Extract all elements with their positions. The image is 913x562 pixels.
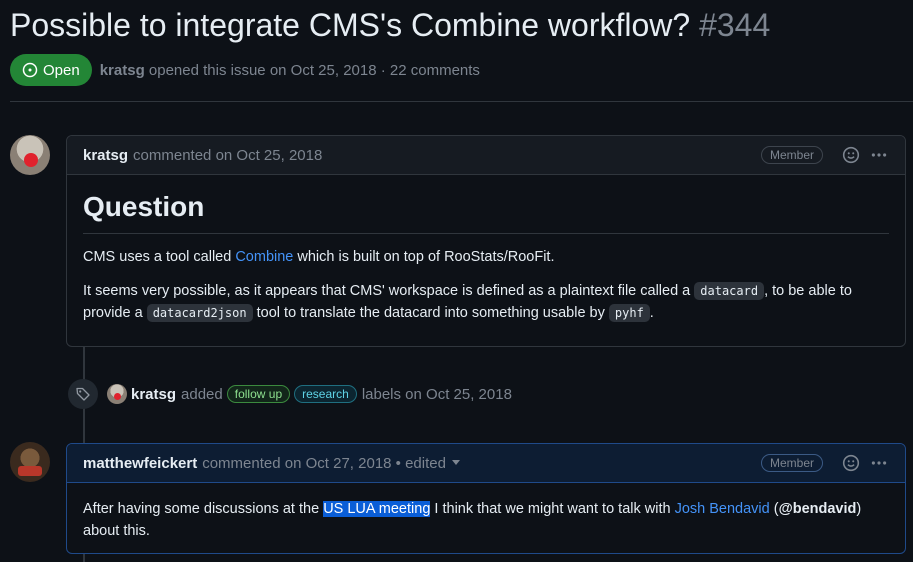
comment-body: Question CMS uses a tool called Combine …: [67, 189, 905, 324]
combine-link[interactable]: Combine: [235, 249, 293, 265]
kebab-icon[interactable]: [869, 453, 889, 473]
timeline-line-bottom: [83, 553, 85, 562]
inline-code: pyhf: [608, 304, 650, 322]
comment-timestamp[interactable]: commented on Oct 27, 2018 • edited: [202, 455, 446, 472]
event-after: labels on Oct 25, 2018: [361, 385, 512, 403]
comment-paragraph: It seems very possible, as it appears th…: [83, 280, 889, 324]
kebab-icon[interactable]: [869, 145, 889, 165]
issue-title-text: Possible to integrate CMS's Combine work…: [10, 7, 691, 43]
text: I think that we might want to talk with: [430, 501, 675, 517]
issue-title: Possible to integrate CMS's Combine work…: [10, 4, 770, 46]
label-follow-up[interactable]: follow up: [226, 385, 291, 403]
member-badge: Member: [760, 146, 823, 164]
avatar[interactable]: [107, 384, 127, 404]
comment-card: kratsg commented on Oct 25, 2018 Member …: [66, 135, 906, 347]
highlighted-text: US LUA meeting: [323, 501, 431, 517]
smiley-icon[interactable]: [841, 145, 861, 165]
comment-author[interactable]: matthewfeickert: [83, 455, 197, 472]
text: It seems very possible, as it appears th…: [83, 283, 695, 299]
comment-body: After having some discussions at the US …: [67, 498, 905, 542]
tag-icon: [68, 379, 98, 409]
member-badge: Member: [760, 454, 823, 472]
text: .: [649, 305, 654, 321]
comment-timestamp[interactable]: commented on Oct 25, 2018: [133, 147, 322, 164]
meta-text: kratsg opened this issue on Oct 25, 2018…: [100, 62, 480, 79]
comment-heading: Question: [83, 189, 889, 234]
comment-paragraph: CMS uses a tool called Combine which is …: [83, 246, 889, 268]
issue-number: #344: [699, 7, 771, 43]
person-link[interactable]: Josh Bendavid: [675, 501, 770, 517]
text: After having some discussions at the: [83, 501, 324, 517]
inline-code: datacard: [694, 282, 765, 300]
text: which is built on top of RooStats/RooFit…: [293, 249, 555, 265]
comment-card: matthewfeickert commented on Oct 27, 201…: [66, 443, 906, 554]
event-author[interactable]: kratsg: [131, 386, 176, 403]
event-verb: added: [181, 385, 223, 403]
mention[interactable]: @bendavid: [779, 501, 857, 517]
text: CMS uses a tool called: [83, 249, 236, 265]
comment-author[interactable]: kratsg: [83, 147, 128, 164]
avatar[interactable]: [10, 442, 50, 482]
comment-paragraph: After having some discussions at the US …: [83, 498, 889, 542]
text: (: [769, 501, 779, 517]
avatar[interactable]: [10, 135, 50, 175]
comment-header: kratsg commented on Oct 25, 2018 Member: [67, 136, 905, 175]
header-divider: [10, 101, 913, 102]
text: tool to translate the datacard into some…: [252, 305, 609, 321]
comment-header: matthewfeickert commented on Oct 27, 201…: [67, 444, 905, 483]
label-event: kratsg added follow up research labels o…: [68, 379, 512, 409]
issue-meta: Open kratsg opened this issue on Oct 25,…: [10, 54, 480, 86]
issue-open-icon: [22, 62, 38, 78]
smiley-icon[interactable]: [841, 453, 861, 473]
caret-down-icon[interactable]: [451, 459, 460, 465]
state-label: Open: [43, 61, 80, 79]
inline-code: datacard2json: [146, 304, 253, 322]
state-badge: Open: [10, 54, 92, 86]
label-research[interactable]: research: [294, 385, 357, 403]
meta-details: opened this issue on Oct 25, 2018 · 22 c…: [148, 61, 480, 79]
issue-author[interactable]: kratsg: [100, 62, 145, 79]
